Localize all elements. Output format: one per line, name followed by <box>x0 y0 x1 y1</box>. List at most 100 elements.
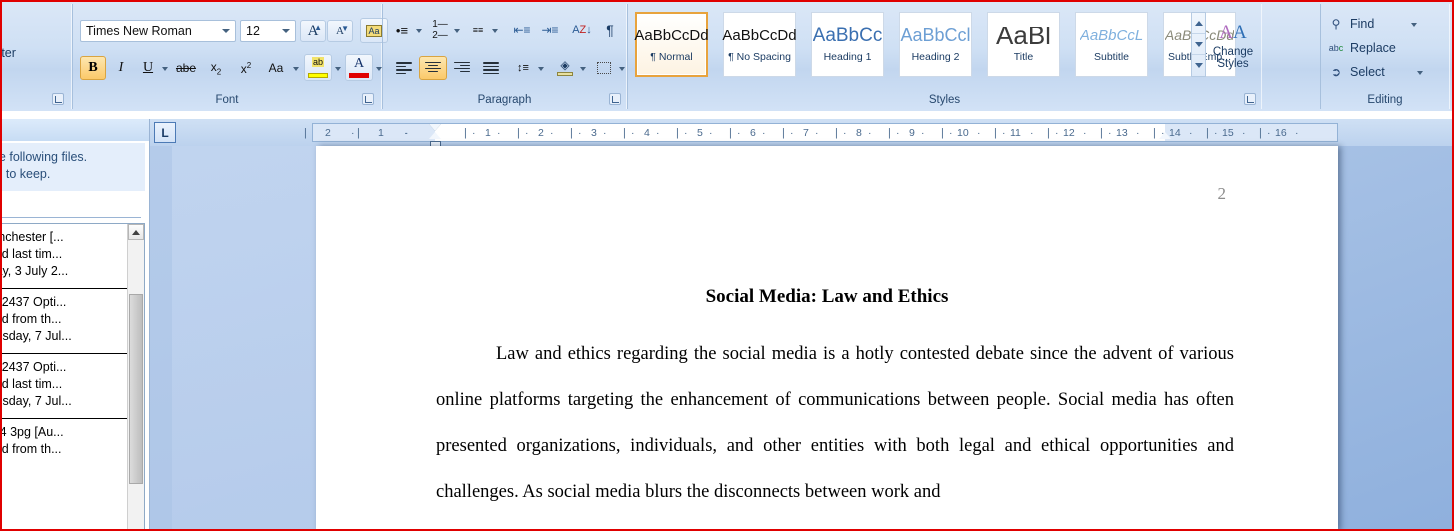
bold-button[interactable]: B <box>80 56 106 80</box>
shrink-font-button[interactable]: A ▼ <box>327 20 353 42</box>
recovered-file-item[interactable]: rs Manchester [... created last tim... atu… <box>2 224 144 286</box>
strikethrough-button[interactable]: abe <box>172 56 200 80</box>
first-line-indent-marker[interactable] <box>429 124 441 131</box>
select-button[interactable]: ➲ Select <box>1326 60 1438 84</box>
ruler-dot: · <box>550 127 554 139</box>
tab-stop-selector[interactable]: L <box>154 122 176 143</box>
horizontal-ruler[interactable]: 2 · ❘ 1 · ❘ · 1 ❘ · · 2 ❘ · · 3 ❘ · · 4 ❘ · · 5 ❘ · · 6 ❘ · · 7 ❘ · · 8 ❘ · · 9… <box>301 123 1338 147</box>
style-name-label: Heading 1 <box>823 50 872 63</box>
chevron-down-icon <box>282 29 290 33</box>
ribbon-group-font: Times New Roman 12 A ▲ A ▼ Aa B I U abe … <box>72 4 388 109</box>
ruler-dot: · <box>762 127 766 139</box>
right-indent-marker[interactable] <box>1159 132 1171 139</box>
styles-dialog-launcher[interactable] <box>1244 93 1256 105</box>
shading-button[interactable]: ◈ <box>552 56 578 80</box>
bullets-button[interactable]: •≡ <box>390 18 414 42</box>
recovered-files-list[interactable]: rs Manchester [... created last tim... atu… <box>2 223 145 529</box>
style-tile-no-spacing[interactable]: AaBbCcDd ¶ No Spacing <box>722 12 797 77</box>
ruler-dot: · <box>578 127 582 139</box>
font-dialog-launcher[interactable] <box>362 93 374 105</box>
numbering-chevron-down-icon[interactable] <box>454 29 460 33</box>
document-body[interactable]: Law and ethics regarding the social medi… <box>436 331 1234 515</box>
style-preview-text: AaBbCc <box>812 26 883 44</box>
select-chevron-down-icon[interactable] <box>1417 71 1423 75</box>
numbering-button[interactable]: 1— 2— <box>428 18 452 42</box>
replace-label: Replace <box>1350 41 1396 55</box>
justify-button[interactable] <box>477 56 505 80</box>
recovered-file-item[interactable]: Case 4 3pg [Au... created from th... <box>2 419 144 464</box>
superscript-button[interactable]: x2 <box>232 56 260 80</box>
grow-font-button[interactable]: A ▲ <box>300 20 326 42</box>
ruler-tick-right-13: 13 <box>1116 127 1128 139</box>
ruler-pipe: ❘ <box>1097 127 1106 139</box>
style-tile-normal[interactable]: AaBbCcDd ¶ Normal <box>634 12 709 77</box>
change-case-button[interactable]: Aa <box>262 56 290 80</box>
ruler-dot: · <box>843 127 847 139</box>
increase-indent-button[interactable]: ⇥≡ <box>537 18 563 42</box>
align-left-button[interactable] <box>390 56 418 80</box>
multilevel-list-button[interactable]: ≡≡ <box>466 18 490 42</box>
ruler-tick-right-12: 12 <box>1063 127 1075 139</box>
change-case-chevron-down-icon[interactable] <box>293 67 299 71</box>
sort-button[interactable]: AZ↓ <box>569 18 595 42</box>
borders-chevron-down-icon[interactable] <box>619 67 625 71</box>
line-spacing-button[interactable]: ↕≡ <box>510 56 536 80</box>
pane-scrollbar-thumb[interactable] <box>129 294 143 484</box>
style-tile-title[interactable]: AaBl Title <box>987 12 1060 77</box>
replace-button[interactable]: abc Replace <box>1326 36 1438 60</box>
styles-scroll-up-button[interactable] <box>1192 13 1205 34</box>
change-case-label: Aa <box>268 61 284 75</box>
pane-scroll-up-button[interactable] <box>128 224 144 240</box>
borders-button[interactable] <box>591 56 617 80</box>
show-formatting-marks-button[interactable]: ¶ <box>598 18 622 42</box>
styles-more-button[interactable] <box>1192 55 1205 76</box>
align-right-button[interactable] <box>448 56 476 80</box>
italic-label: I <box>118 60 124 75</box>
pane-description-line2: ou wish to keep. <box>2 167 51 181</box>
recovered-file-item[interactable]: 225622437 Opti... created last tim... Vedn… <box>2 354 144 416</box>
italic-button[interactable]: I <box>108 56 134 80</box>
underline-button[interactable]: U <box>136 56 160 80</box>
style-preview-text: AaBbCcL <box>1079 26 1144 44</box>
font-size-combo[interactable]: 12 <box>240 20 296 42</box>
decrease-indent-button[interactable]: ⇤≡ <box>509 18 535 42</box>
font-color-button[interactable]: A <box>345 54 373 81</box>
align-center-button[interactable] <box>419 56 447 80</box>
font-name-combo[interactable]: Times New Roman <box>80 20 236 42</box>
format-painter-button[interactable]: mat Painter <box>2 46 16 60</box>
ruler-dot: · <box>497 127 501 139</box>
styles-scroll-down-button[interactable] <box>1192 34 1205 55</box>
style-tile-subtitle[interactable]: AaBbCcL Subtitle <box>1075 12 1148 77</box>
style-name-label: ¶ No Spacing <box>728 50 791 63</box>
page-number: 2 <box>1217 184 1227 203</box>
ribbon-group-editing: ⚲ Find abc Replace ➲ Select Editing <box>1320 4 1450 109</box>
style-tile-heading-1[interactable]: AaBbCc Heading 1 <box>811 12 884 77</box>
ruler-dot: · <box>405 127 409 139</box>
document-page[interactable]: 2 Social Media: Law and Ethics Law and e… <box>316 146 1338 529</box>
style-tile-heading-2[interactable]: AaBbCcl Heading 2 <box>899 12 972 77</box>
bullets-chevron-down-icon[interactable] <box>416 29 422 33</box>
ruler-dot: · <box>1295 127 1299 139</box>
clipboard-dialog-launcher[interactable] <box>52 93 64 105</box>
text-highlight-color-button[interactable]: ab <box>304 54 332 81</box>
ribbon-group-styles: AaBbCcDd ¶ Normal AaBbCcDd ¶ No Spacing AaBb… <box>627 4 1262 109</box>
line-spacing-chevron-down-icon[interactable] <box>538 67 544 71</box>
ruler-dot: · <box>896 127 900 139</box>
pane-description: ered the following files. ou wish to kee… <box>2 143 145 191</box>
find-chevron-down-icon[interactable] <box>1411 23 1417 27</box>
shading-chevron-down-icon[interactable] <box>580 67 586 71</box>
recovered-file-item[interactable]: 225622437 Opti... created from th... Vedne… <box>2 289 144 351</box>
pane-scrollbar[interactable] <box>127 224 144 529</box>
subscript-button[interactable]: x2 <box>202 56 230 80</box>
multilevel-chevron-down-icon[interactable] <box>492 29 498 33</box>
ribbon-group-paragraph: •≡ 1— 2— ≡≡ ⇤≡ ⇥≡ AZ↓ ¶ ↕≡ ◈ Paragraph <box>382 4 627 109</box>
hanging-indent-marker[interactable] <box>429 132 441 139</box>
ruler-dot: · <box>472 127 476 139</box>
change-styles-button[interactable]: AA Change Styles <box>1208 12 1258 80</box>
styles-gallery-scrollbar[interactable] <box>1191 12 1206 77</box>
recovered-file-line3: aturday, 3 July 2... <box>2 264 69 278</box>
find-button[interactable]: ⚲ Find <box>1326 12 1438 36</box>
paragraph-dialog-launcher[interactable] <box>609 93 621 105</box>
underline-chevron-down-icon[interactable] <box>162 67 168 71</box>
highlight-chevron-down-icon[interactable] <box>335 67 341 71</box>
